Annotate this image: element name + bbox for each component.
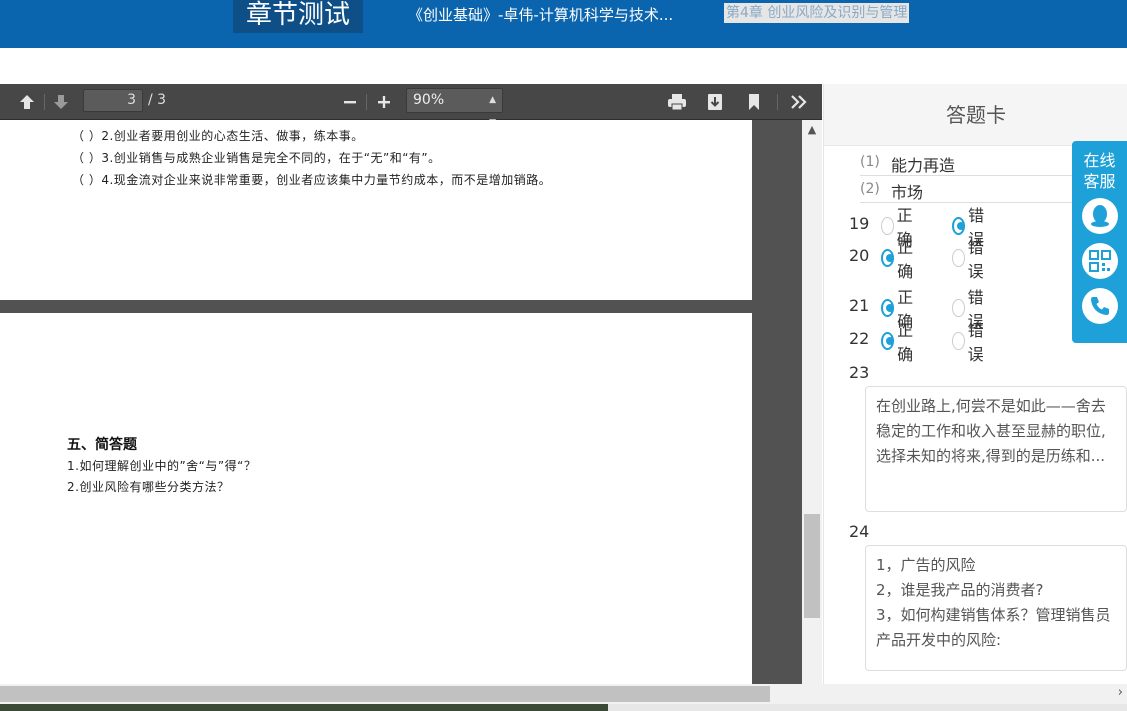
page-total: / 3: [148, 92, 167, 108]
question-number: 19: [849, 214, 870, 233]
next-page-button[interactable]: [49, 90, 73, 114]
option-true[interactable]: 正确: [881, 238, 918, 281]
bookmark-icon: [749, 94, 759, 110]
chevron-right-icon[interactable]: ›: [1118, 685, 1123, 700]
radio-icon: [952, 299, 965, 317]
zoom-value: 90%: [413, 92, 445, 108]
qq-penguin-icon: [1091, 205, 1109, 227]
minus-icon: [344, 101, 356, 104]
radio-checked-icon: [881, 249, 895, 267]
arrow-down-icon: [54, 95, 68, 109]
question-line: （ ）3.创业销售与成熟企业销售是完全不同的，在于“无”和“有”。: [72, 151, 441, 165]
option-label: 错误: [967, 321, 984, 364]
zoom-select[interactable]: 90% ▲▼: [406, 88, 503, 128]
toolbar-divider: [44, 94, 45, 110]
download-icon: [708, 94, 722, 110]
qr-code-icon: [1089, 250, 1111, 272]
radio-icon: [952, 332, 965, 350]
print-button[interactable]: [665, 90, 689, 114]
fill-number: (1): [860, 154, 880, 170]
double-chevron-right-icon: [791, 95, 807, 109]
question-line: 1.如何理解创业中的”舍“与”得“？: [67, 459, 257, 473]
question-number: 24: [849, 522, 870, 541]
scrollbar-thumb[interactable]: [0, 686, 770, 702]
radio-checked-icon: [881, 332, 895, 350]
bookmark-button[interactable]: [742, 90, 766, 114]
previous-page-button[interactable]: [15, 90, 39, 114]
zoom-out-button[interactable]: [338, 90, 362, 114]
section-title: 五、简答题: [67, 437, 137, 453]
zoom-in-button[interactable]: [372, 90, 396, 114]
radio-icon: [881, 217, 894, 235]
phone-contact-button[interactable]: [1082, 288, 1118, 324]
chapter-name[interactable]: 第4章 创业风险及识别与管理: [724, 3, 910, 23]
radio-icon: [952, 249, 965, 267]
pdf-scrollbar[interactable]: ▲: [802, 120, 822, 684]
question-line: （ ）4.现金流对企业来说非常重要，创业者应该集中力量节约成本，而不是增加销路。: [72, 173, 552, 187]
phone-icon: [1091, 297, 1109, 315]
fill-answer-row[interactable]: (1) 能力再造: [860, 152, 1100, 176]
radio-checked-icon: [952, 217, 966, 235]
top-header: 章节测试 《创业基础》-卓伟-计算机科学与技术... 第4章 创业风险及识别与管…: [0, 0, 1127, 48]
option-true[interactable]: 正确: [881, 321, 918, 364]
pdf-viewer[interactable]: （ ）2.创业者要用创业的心态生活、做事，练本事。 （ ）3.创业销售与成熟企业…: [0, 120, 802, 684]
essay-answer-textarea[interactable]: 1，广告的风险 2，谁是我产品的消费者? 3，如何构建销售体系？管理销售员产品开…: [865, 545, 1127, 671]
question-number: 22: [849, 329, 870, 348]
scrollbar-thumb[interactable]: [804, 514, 820, 618]
fill-value: 能力再造: [891, 156, 956, 175]
service-label: 在线 客服: [1083, 151, 1116, 191]
page-number-input[interactable]: 3: [83, 89, 143, 112]
question-number: 20: [849, 246, 870, 265]
answer-card-title: 答题卡: [824, 84, 1127, 146]
online-service-panel: 在线 客服: [1072, 141, 1127, 343]
course-name[interactable]: 《创业基础》-卓伟-计算机科学与技术...: [408, 4, 673, 25]
option-false[interactable]: 错误: [952, 321, 989, 364]
fill-value: 市场: [891, 183, 924, 202]
option-label: 正确: [897, 238, 914, 281]
pdf-page: （ ）2.创业者要用创业的心态生活、做事，练本事。 （ ）3.创业销售与成熟企业…: [0, 120, 752, 300]
fill-number: (2): [860, 181, 880, 197]
tools-button[interactable]: [787, 90, 811, 114]
question-number: 21: [849, 296, 870, 315]
question-line: 2.创业风险有哪些分类方法？: [67, 480, 230, 494]
toolbar-divider: [777, 94, 778, 110]
option-false[interactable]: 错误: [952, 238, 989, 281]
printer-icon: [668, 94, 686, 111]
question-number: 23: [849, 363, 870, 382]
wallpaper-fragment: [0, 704, 608, 711]
download-button[interactable]: [703, 90, 727, 114]
fill-answer-row[interactable]: (2) 市场: [860, 179, 1100, 203]
background-strip: [0, 704, 1127, 711]
chevron-up-icon[interactable]: ▲: [802, 120, 822, 140]
page-title: 章节测试: [233, 0, 363, 33]
option-label: 错误: [967, 238, 984, 281]
horizontal-scrollbar[interactable]: ›: [0, 684, 1127, 704]
arrow-up-icon: [20, 95, 34, 109]
pdf-page: 五、简答题 1.如何理解创业中的”舍“与”得“？ 2.创业风险有哪些分类方法？: [0, 313, 752, 684]
option-label: 正确: [897, 321, 914, 364]
qq-contact-button[interactable]: [1082, 198, 1118, 234]
radio-checked-icon: [881, 299, 895, 317]
essay-answer-textarea[interactable]: 在创业路上,何尝不是如此——舍去稳定的工作和收入甚至显赫的职位,选择未知的将来,…: [865, 386, 1127, 512]
toolbar-divider: [366, 94, 367, 110]
qr-code-button[interactable]: [1082, 243, 1118, 279]
plus-icon: [378, 96, 390, 108]
question-line: （ ）2.创业者要用创业的心态生活、做事，练本事。: [72, 129, 364, 143]
